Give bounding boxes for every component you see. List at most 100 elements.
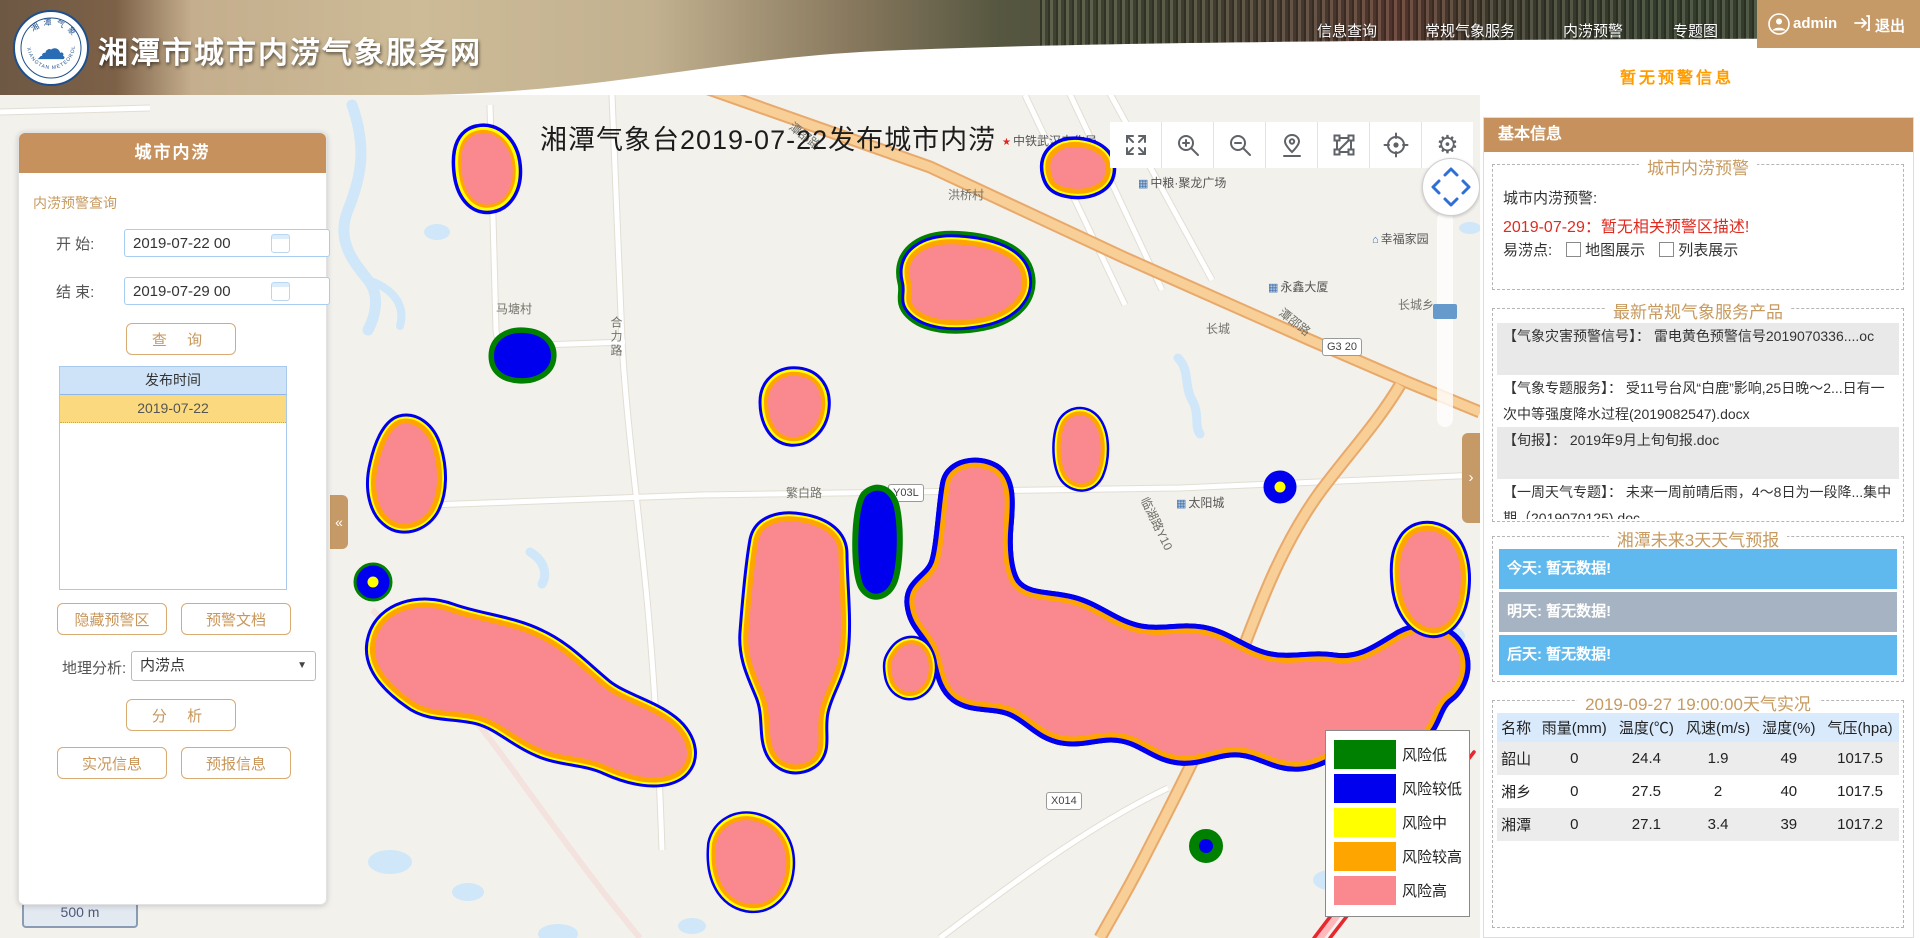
- flood-point-label: 易涝点:: [1503, 239, 1552, 260]
- query-section-label: 内涝预警查询: [33, 193, 117, 213]
- page: ★中铁武汉电化局 洪桥村 ▦中粮·聚龙广场 ⌂幸福家园 ▦永鑫大厦 长城 长城乡…: [0, 0, 1920, 938]
- forecast-tomorrow: 明天: 暂无数据!: [1499, 592, 1897, 632]
- map-label: ★中铁武汉电化局: [1002, 132, 1097, 149]
- nav-item-info-query[interactable]: 信息查询: [1317, 20, 1377, 41]
- zoom-in-icon[interactable]: [1162, 122, 1214, 168]
- road-badge-y03l: Y03L: [888, 484, 924, 502]
- locate-icon[interactable]: [1266, 122, 1318, 168]
- forecast-section: 湘潭未来3天天气预报 今天: 暂无数据! 明天: 暂无数据! 后天: 暂无数据!: [1492, 536, 1904, 682]
- geo-analysis-label: 地理分析:: [62, 657, 126, 678]
- product-item[interactable]: 【气象灾害预警信号】： 雷电黄色预警信号2019070336....oc: [1497, 323, 1899, 375]
- legend-row: 风险较高: [1334, 839, 1469, 873]
- legend-swatch: [1334, 808, 1396, 837]
- publish-time-table: 发布时间 2019-07-22: [59, 366, 287, 590]
- nav-item-thematic-map[interactable]: 专题图: [1673, 20, 1718, 41]
- map-label: 长城乡: [1398, 296, 1434, 313]
- site-title: 湘潭市城市内涝气象服务网: [98, 28, 482, 72]
- zoom-slider-handle[interactable]: [1433, 304, 1457, 319]
- legend-row: 风险低: [1334, 737, 1469, 771]
- user-avatar-icon: [1768, 13, 1790, 39]
- username[interactable]: admin: [1793, 15, 1837, 32]
- table-header-row: 名称 雨量(mm) 温度(℃) 风速(m/s) 湿度(%) 气压(hpa): [1497, 713, 1899, 742]
- chevron-down-icon: ▼: [297, 652, 307, 680]
- product-item[interactable]: 【旬报】： 2019年9月上旬旬报.doc: [1497, 427, 1899, 479]
- building-icon: ▦: [1268, 282, 1278, 294]
- building-icon: ▦: [1176, 498, 1186, 510]
- table-row: 湘乡027.52401017.5: [1497, 775, 1899, 808]
- risk-legend: 风险低 风险较低 风险中 风险较高 风险高: [1325, 730, 1470, 917]
- zoom-out-icon[interactable]: [1214, 122, 1266, 168]
- live-weather-table: 名称 雨量(mm) 温度(℃) 风速(m/s) 湿度(%) 气压(hpa) 韶山…: [1497, 713, 1899, 841]
- analyze-button[interactable]: 分 析: [126, 699, 236, 731]
- logout-button[interactable]: 退出: [1875, 15, 1905, 36]
- map-label: ▦永鑫大厦: [1268, 278, 1328, 295]
- forecast-day-after: 后天: 暂无数据!: [1499, 635, 1897, 675]
- map-label: 合力路: [608, 316, 625, 358]
- list-display-checkbox[interactable]: [1659, 242, 1674, 257]
- zoom-slider[interactable]: [1437, 212, 1453, 427]
- forecast-today: 今天: 暂无数据!: [1499, 549, 1897, 589]
- calendar-icon[interactable]: [271, 234, 290, 253]
- map-label: 马塘村: [496, 300, 532, 317]
- collapse-left-panel-handle[interactable]: «: [330, 495, 348, 549]
- cloud-icon: ☁: [36, 33, 66, 66]
- legend-swatch: [1334, 842, 1396, 871]
- map-display-checkbox[interactable]: [1566, 242, 1581, 257]
- map-label: ▦中粮·聚龙广场: [1138, 174, 1226, 191]
- legend-row: 风险中: [1334, 805, 1469, 839]
- warning-marquee: 暂无预警信息: [1620, 64, 1850, 88]
- warning-section: 城市内涝预警 城市内涝预警: 2019-07-29：暂无相关预警区描述! 易涝点…: [1492, 164, 1904, 290]
- legend-swatch: [1334, 774, 1396, 803]
- map-label: 高兰: [774, 520, 791, 548]
- home-icon: ⌂: [1372, 234, 1379, 246]
- legend-swatch: [1334, 740, 1396, 769]
- geo-analysis-value: 内涝点: [140, 657, 185, 674]
- polygon-select-icon[interactable]: [1318, 122, 1370, 168]
- map-label: 繁白路: [786, 484, 822, 501]
- right-panel-title: 基本信息: [1484, 118, 1913, 152]
- geo-analysis-select[interactable]: 内涝点 ▼: [131, 651, 316, 681]
- building-icon: ▦: [1138, 178, 1148, 190]
- legend-row: 风险较低: [1334, 771, 1469, 805]
- legend-swatch: [1334, 876, 1396, 905]
- warning-section-legend: 城市内涝预警: [1639, 159, 1757, 178]
- road-badge-g320: G3 20: [1322, 338, 1362, 356]
- user-box: admin 退出: [1757, 0, 1920, 48]
- map-label: 傅家: [1058, 610, 1082, 627]
- product-item[interactable]: 【气象专题服务】： 受11号台风“白鹿”影响,25日晚～2...日有一次中等强度…: [1497, 375, 1899, 427]
- logout-icon[interactable]: [1852, 13, 1872, 37]
- map-label: 洪桥村: [948, 186, 984, 203]
- forecast-info-button[interactable]: 预报信息: [181, 747, 291, 779]
- fullscreen-icon[interactable]: [1110, 122, 1162, 168]
- pan-control[interactable]: [1422, 158, 1480, 216]
- collapse-right-panel-handle[interactable]: ›: [1462, 433, 1480, 523]
- road-badge-x014: X014: [1046, 792, 1082, 810]
- calendar-icon[interactable]: [271, 282, 290, 301]
- hide-warning-zone-button[interactable]: 隐藏预警区: [57, 603, 167, 635]
- poi-star-icon: ★: [1002, 137, 1011, 148]
- query-button[interactable]: 查 询: [126, 323, 236, 355]
- warning-doc-button[interactable]: 预警文档: [181, 603, 291, 635]
- map-toolbar: ⚙: [1110, 122, 1473, 168]
- product-item[interactable]: 【一周天气专题】： 未来一周前晴后雨，4～8日为一段降...集中期（201907…: [1497, 479, 1899, 519]
- map-label: 长城: [1206, 320, 1230, 337]
- end-label: 结 束:: [56, 281, 94, 302]
- table-row: 湘潭027.13.4391017.2: [1497, 808, 1899, 841]
- live-info-button[interactable]: 实况信息: [57, 747, 167, 779]
- warning-text: 2019-07-29：暂无相关预警区描述!: [1503, 213, 1749, 237]
- table-row-selected[interactable]: 2019-07-22: [60, 395, 286, 423]
- products-section-legend: 最新常规气象服务产品: [1605, 303, 1791, 322]
- target-icon[interactable]: [1370, 122, 1422, 168]
- list-display-label[interactable]: 列表展示: [1678, 239, 1738, 260]
- nav-item-waterlogging-warning[interactable]: 内涝预警: [1563, 20, 1623, 41]
- map-display-label[interactable]: 地图展示: [1585, 239, 1645, 260]
- nav-item-regular-service[interactable]: 常规气象服务: [1425, 20, 1515, 41]
- live-weather-legend: 2019-09-27 19:00:00天气实况: [1577, 695, 1819, 714]
- table-header: 发布时间: [60, 367, 286, 395]
- warning-title: 城市内涝预警:: [1503, 187, 1597, 208]
- map-label: ▦太阳城: [1176, 494, 1224, 511]
- end-date-input[interactable]: [124, 277, 330, 305]
- start-label: 开 始:: [56, 233, 94, 254]
- live-weather-section: 2019-09-27 19:00:00天气实况 名称 雨量(mm) 温度(℃) …: [1492, 700, 1904, 928]
- start-date-input[interactable]: [124, 229, 330, 257]
